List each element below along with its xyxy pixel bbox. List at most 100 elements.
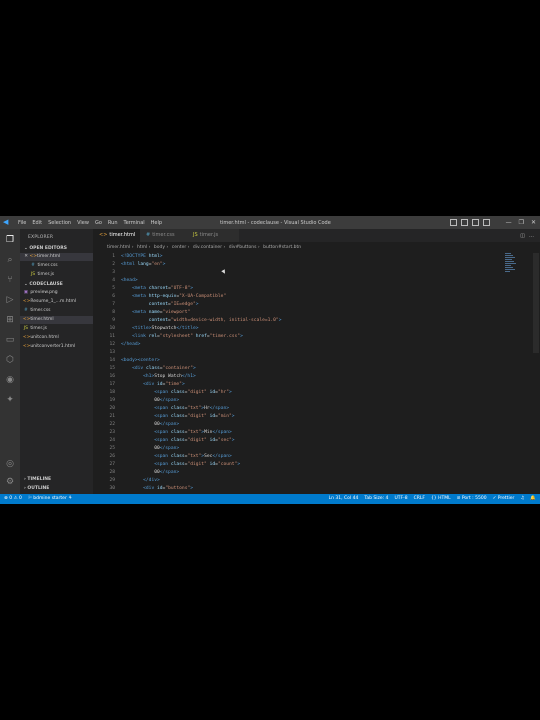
explorer-icon[interactable]: ❐ bbox=[5, 235, 15, 245]
encoding[interactable]: UTF-8 bbox=[394, 494, 407, 504]
toggle-sidebar-icon[interactable] bbox=[450, 219, 457, 226]
code-line[interactable]: 13 bbox=[93, 349, 523, 357]
minimize-button[interactable]: — bbox=[506, 219, 512, 226]
editor-scrollbar[interactable] bbox=[533, 253, 539, 353]
line-number: 27 bbox=[109, 462, 115, 467]
feedback-icon[interactable]: ♫ bbox=[520, 494, 524, 504]
code-line[interactable]: 29 </div> bbox=[93, 477, 523, 485]
manage-gear-icon[interactable]: ⚙ bbox=[5, 477, 15, 487]
code-line[interactable]: 20 <span class="txt">Hr</span> bbox=[93, 405, 523, 413]
file-item[interactable]: JS timer.js bbox=[20, 325, 93, 333]
maximize-button[interactable]: ❐ bbox=[519, 219, 524, 226]
testing-icon[interactable]: ⬡ bbox=[5, 355, 15, 365]
language-mode[interactable]: {} HTML bbox=[431, 494, 451, 504]
problems-status[interactable]: ⊗ 0 ⚠ 0 bbox=[4, 494, 22, 504]
code-line[interactable]: 15 <div class="container"> bbox=[93, 365, 523, 373]
toggle-panel-icon[interactable] bbox=[461, 219, 468, 226]
breadcrumb-item[interactable]: div.container bbox=[193, 245, 222, 250]
menu-view[interactable]: View bbox=[77, 220, 89, 226]
line-number: 7 bbox=[112, 302, 115, 307]
code-line[interactable]: 16 <h1>Stop Watch</h1> bbox=[93, 373, 523, 381]
tab-size[interactable]: Tab Size: 4 bbox=[364, 494, 388, 504]
code-line[interactable]: 24 <span class="digit" id="sec"> bbox=[93, 437, 523, 445]
timeline-header[interactable]: › TIMELINE bbox=[24, 477, 51, 482]
code-line[interactable]: 12 </head> bbox=[93, 341, 523, 349]
code-line[interactable]: 23 <span class="txt">Min</span> bbox=[93, 429, 523, 437]
file-item[interactable]: <> Resume_1_...m.html bbox=[20, 298, 93, 306]
file-item[interactable]: <> unitconverter1.html bbox=[20, 343, 93, 351]
toggle-secondary-sidebar-icon[interactable] bbox=[472, 219, 479, 226]
menu-run[interactable]: Run bbox=[108, 220, 118, 226]
breadcrumb-item[interactable]: div#buttons bbox=[229, 245, 257, 250]
tab-timer-html[interactable]: <>timer.html ✕ bbox=[93, 229, 146, 242]
extensions-icon[interactable]: ⊞ bbox=[5, 315, 15, 325]
workspace-header[interactable]: ⌄ CODECLAUSE bbox=[24, 282, 63, 287]
code-line[interactable]: 1 <!DOCTYPE html> bbox=[93, 253, 523, 261]
code-line[interactable]: 4 <head> bbox=[93, 277, 523, 285]
menu-file[interactable]: File bbox=[18, 220, 26, 226]
more-actions-icon[interactable]: … bbox=[529, 233, 534, 239]
code-line[interactable]: 26 <span class="txt">Sec</span> bbox=[93, 453, 523, 461]
file-item[interactable]: <> unitcon.html bbox=[20, 334, 93, 342]
code-line[interactable]: 9 content="width=device-width, initial-s… bbox=[93, 317, 523, 325]
source-control-icon[interactable]: ⑂ bbox=[5, 275, 15, 285]
close-button[interactable]: ✕ bbox=[531, 219, 536, 226]
breadcrumb-item[interactable]: html bbox=[137, 245, 147, 250]
code-line[interactable]: 6 <meta http-equiv="X-UA-Compatible" bbox=[93, 293, 523, 301]
open-editor-item[interactable]: JS timer.js bbox=[20, 271, 93, 279]
close-editor-icon[interactable]: ✕ bbox=[24, 254, 28, 259]
split-editor-icon[interactable]: ◫ bbox=[520, 233, 525, 239]
line-number: 25 bbox=[109, 446, 115, 451]
breadcrumb-item[interactable]: center bbox=[172, 245, 186, 250]
file-item[interactable]: <> timer.html bbox=[20, 316, 93, 324]
code-line[interactable]: 2 <html lang="en"> bbox=[93, 261, 523, 269]
code-line[interactable]: 27 <span class="digit" id="count"> bbox=[93, 461, 523, 469]
customize-layout-icon[interactable] bbox=[483, 219, 490, 226]
notifications-bell-icon[interactable]: 🔔 bbox=[530, 494, 536, 504]
minimap[interactable] bbox=[505, 253, 517, 283]
code-line[interactable]: 14 <body><center> bbox=[93, 357, 523, 365]
tab-timer-css[interactable]: # timer.css bbox=[140, 229, 193, 242]
code-line[interactable]: 25 00</span> bbox=[93, 445, 523, 453]
code-line[interactable]: 3 bbox=[93, 269, 523, 277]
live-server-port[interactable]: ⊘ Port : 5500 bbox=[457, 494, 487, 504]
prettier-status[interactable]: ✓ Prettier bbox=[493, 494, 515, 504]
menu-terminal[interactable]: Terminal bbox=[124, 220, 145, 226]
outline-header[interactable]: › OUTLINE bbox=[24, 486, 49, 491]
code-line[interactable]: 10 <title>Stopwatch</title> bbox=[93, 325, 523, 333]
live-share-icon[interactable]: ◉ bbox=[5, 375, 15, 385]
open-editors-header[interactable]: ⌄ OPEN EDITORS bbox=[24, 246, 67, 251]
open-editor-item[interactable]: ✕ <> timer.html bbox=[20, 253, 93, 261]
file-item[interactable]: # timer.css bbox=[20, 307, 93, 315]
search-icon[interactable]: ⌕ bbox=[5, 255, 15, 265]
tab-timer-js[interactable]: JS timer.js bbox=[187, 229, 240, 242]
breadcrumb-item[interactable]: body bbox=[154, 245, 165, 250]
code-line[interactable]: 5 <meta charset="UTF-8"> bbox=[93, 285, 523, 293]
code-line[interactable]: 11 <link rel="stylesheet" href="timer.cs… bbox=[93, 333, 523, 341]
breadcrumb-item[interactable]: timer.html bbox=[107, 245, 130, 250]
breadcrumb-item[interactable]: button#start.btn bbox=[263, 245, 301, 250]
menu-selection[interactable]: Selection bbox=[48, 220, 71, 226]
live-share-status[interactable]: ⚐ bdmine starter ⚘ bbox=[28, 494, 72, 504]
remote-explorer-icon[interactable]: ▭ bbox=[5, 335, 15, 345]
menu-help[interactable]: Help bbox=[151, 220, 162, 226]
menu-edit[interactable]: Edit bbox=[32, 220, 42, 226]
code-line[interactable]: 19 00</span> bbox=[93, 397, 523, 405]
open-editor-item[interactable]: # timer.css bbox=[20, 262, 93, 270]
run-debug-icon[interactable]: ▷ bbox=[5, 295, 15, 305]
line-ending[interactable]: CRLF bbox=[414, 494, 425, 504]
account-icon[interactable]: ◎ bbox=[5, 459, 15, 469]
code-editor[interactable]: 1 <!DOCTYPE html> 2 <html lang="en"> 3 4 <head… bbox=[93, 253, 540, 494]
code-line[interactable]: 22 00</span> bbox=[93, 421, 523, 429]
code-line[interactable]: 17 <div id="time"> bbox=[93, 381, 523, 389]
code-line[interactable]: 18 <span class="digit" id="hr"> bbox=[93, 389, 523, 397]
code-line[interactable]: 8 <meta name="viewport" bbox=[93, 309, 523, 317]
bookmark-icon[interactable]: ✦ bbox=[5, 395, 15, 405]
code-line[interactable]: 7 content="IE=edge"> bbox=[93, 301, 523, 309]
file-item[interactable]: ▣ preview.png bbox=[20, 289, 93, 297]
code-line[interactable]: 21 <span class="digit" id="min"> bbox=[93, 413, 523, 421]
code-line[interactable]: 30 <div id="buttons"> bbox=[93, 485, 523, 493]
cursor-position[interactable]: Ln 31, Col 44 bbox=[329, 494, 359, 504]
code-line[interactable]: 28 00</span> bbox=[93, 469, 523, 477]
menu-go[interactable]: Go bbox=[95, 220, 102, 226]
